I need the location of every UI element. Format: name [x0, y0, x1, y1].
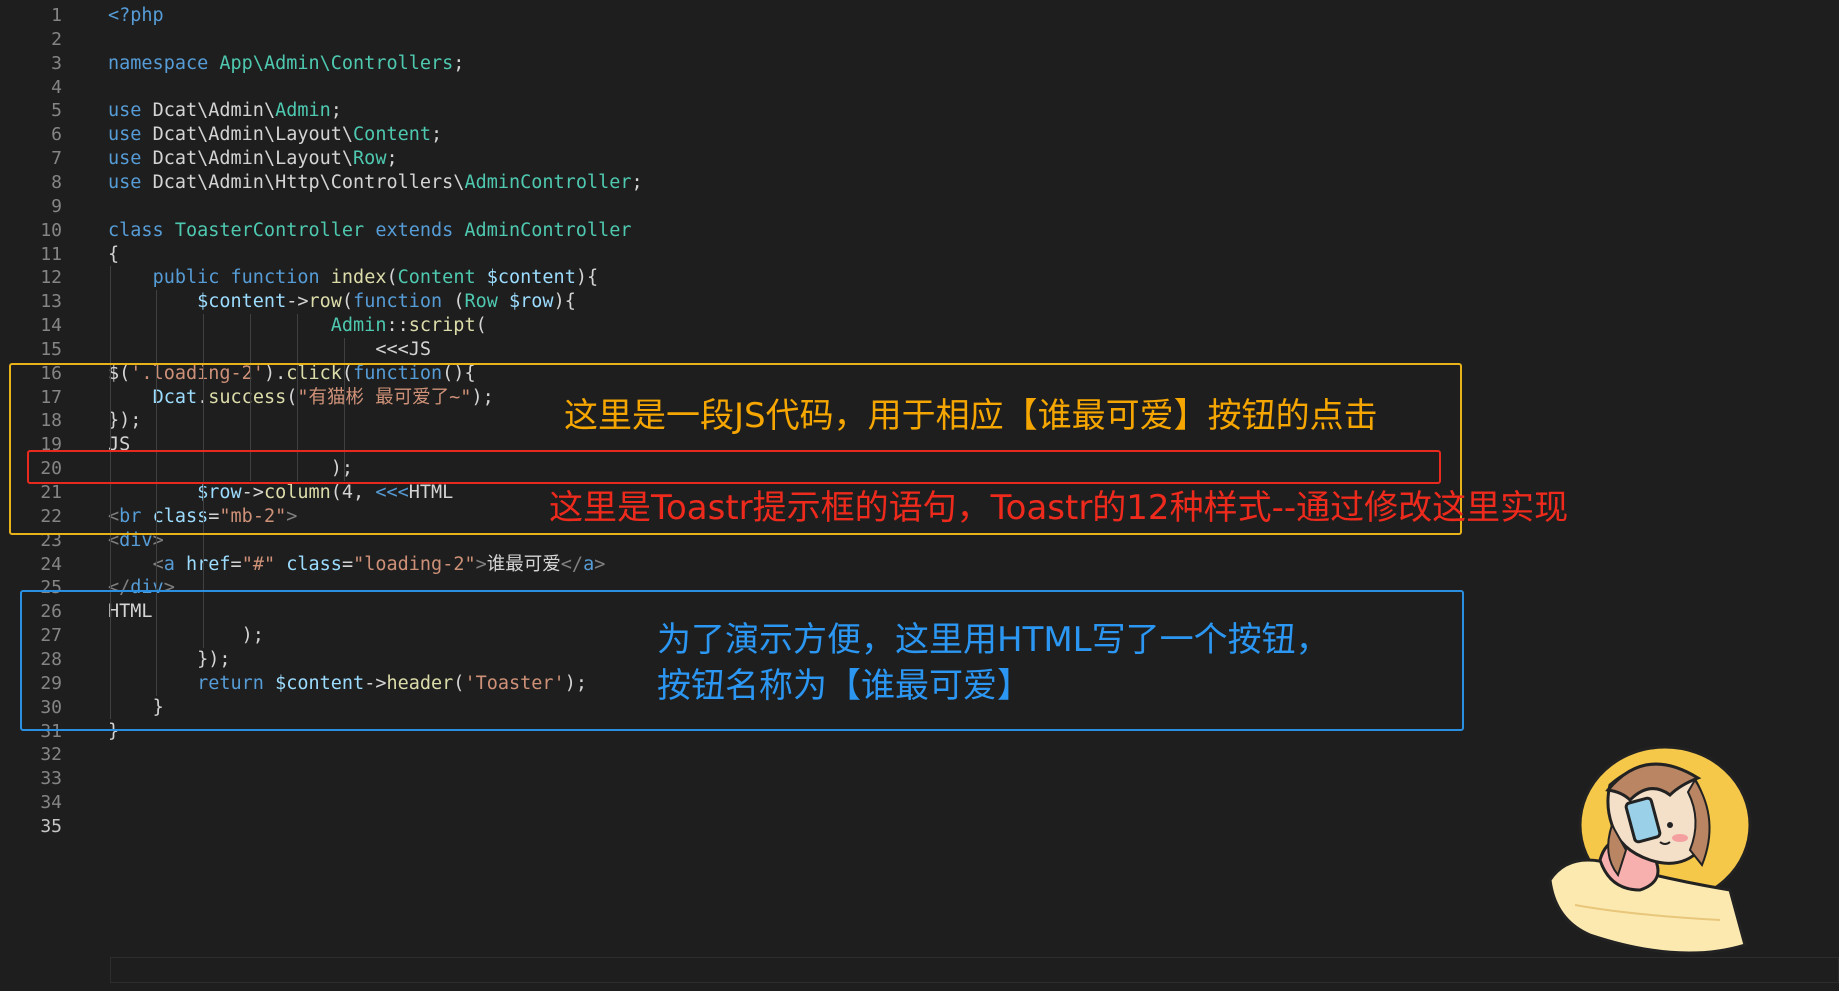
- code-token: AdminController: [464, 171, 632, 193]
- code-token: ToasterController: [174, 219, 376, 241]
- code-token: Row: [353, 148, 387, 170]
- code-token: Dcat\Admin\Layout\: [152, 124, 354, 146]
- mascot-sticker: [1548, 745, 1752, 955]
- code-token: row: [308, 291, 342, 313]
- code-token: ;: [330, 100, 342, 122]
- code-token: a: [583, 553, 595, 575]
- code-token: <?php: [108, 5, 164, 26]
- code-token: ){: [553, 291, 576, 313]
- code-token: Dcat\Admin\Http\Controllers\: [152, 171, 465, 193]
- code-token: (: [475, 315, 487, 337]
- code-token: {: [108, 243, 120, 265]
- code-token: (: [453, 291, 465, 313]
- code-token: =: [341, 553, 354, 575]
- code-token: ;: [431, 124, 443, 146]
- code-token: "#": [241, 553, 287, 575]
- code-token: $content: [486, 267, 576, 289]
- code-token: >: [475, 553, 487, 575]
- code-token: ){: [575, 267, 599, 289]
- code-token: use: [108, 100, 153, 122]
- toastr-statement-highlight-box: [27, 450, 1441, 484]
- code-token: extends: [375, 219, 465, 241]
- code-token: Dcat\Admin\Layout\: [152, 148, 354, 170]
- code-token: <<<JS: [375, 338, 432, 360]
- code-token: class: [286, 553, 342, 575]
- code-token: ->: [286, 291, 309, 313]
- html-annotation-line-2: 按钮名称为【谁最可爱】: [657, 666, 1031, 706]
- code-token: Content: [397, 267, 487, 289]
- code-token: App\Admin\Controllers: [219, 52, 454, 74]
- code-token: ;: [453, 52, 465, 74]
- toastr-annotation: 这里是Toastr提示框的语句，Toastr的12种样式--通过修改这里实现: [549, 488, 1569, 528]
- code-token: "loading-2": [353, 553, 476, 575]
- code-token: use: [108, 148, 153, 170]
- code-token: ::: [386, 315, 409, 337]
- code-token: use: [108, 171, 153, 193]
- code-token: <: [152, 553, 164, 575]
- code-token: =: [230, 553, 242, 575]
- code-token: Admin: [330, 315, 387, 337]
- code-token: a: [163, 553, 186, 575]
- code-token: Dcat\Admin\: [152, 100, 276, 122]
- code-token: 谁最可爱: [486, 553, 561, 575]
- code-token: </: [560, 553, 584, 575]
- code-token: href: [185, 553, 231, 575]
- js-annotation: 这里是一段JS代码，用于相应【谁最可爱】按钮的点击: [564, 396, 1378, 436]
- code-token: (: [386, 267, 398, 289]
- html-annotation-line-1: 为了演示方便，这里用HTML写了一个按钮，: [657, 620, 1330, 660]
- code-token: >: [594, 553, 606, 575]
- code-token: $row: [509, 291, 554, 313]
- code-token: Row: [464, 291, 510, 313]
- code-token: function: [230, 267, 331, 289]
- code-token: use: [108, 124, 153, 146]
- code-token: function: [353, 291, 454, 313]
- code-token: script: [408, 315, 476, 337]
- code-token: $content: [197, 291, 287, 313]
- line-number: 35: [40, 815, 62, 837]
- code-token: index: [330, 267, 387, 289]
- code-token: Content: [353, 124, 432, 146]
- code-token: (: [341, 291, 354, 313]
- code-token: AdminController: [464, 219, 632, 241]
- code-token: namespace: [108, 52, 220, 74]
- code-token: Admin: [275, 100, 331, 122]
- code-token: public: [152, 267, 231, 289]
- code-token: ;: [386, 148, 398, 170]
- code-token: ;: [631, 171, 643, 193]
- html-button-highlight-box: [20, 590, 1464, 731]
- code-token: class: [108, 219, 175, 241]
